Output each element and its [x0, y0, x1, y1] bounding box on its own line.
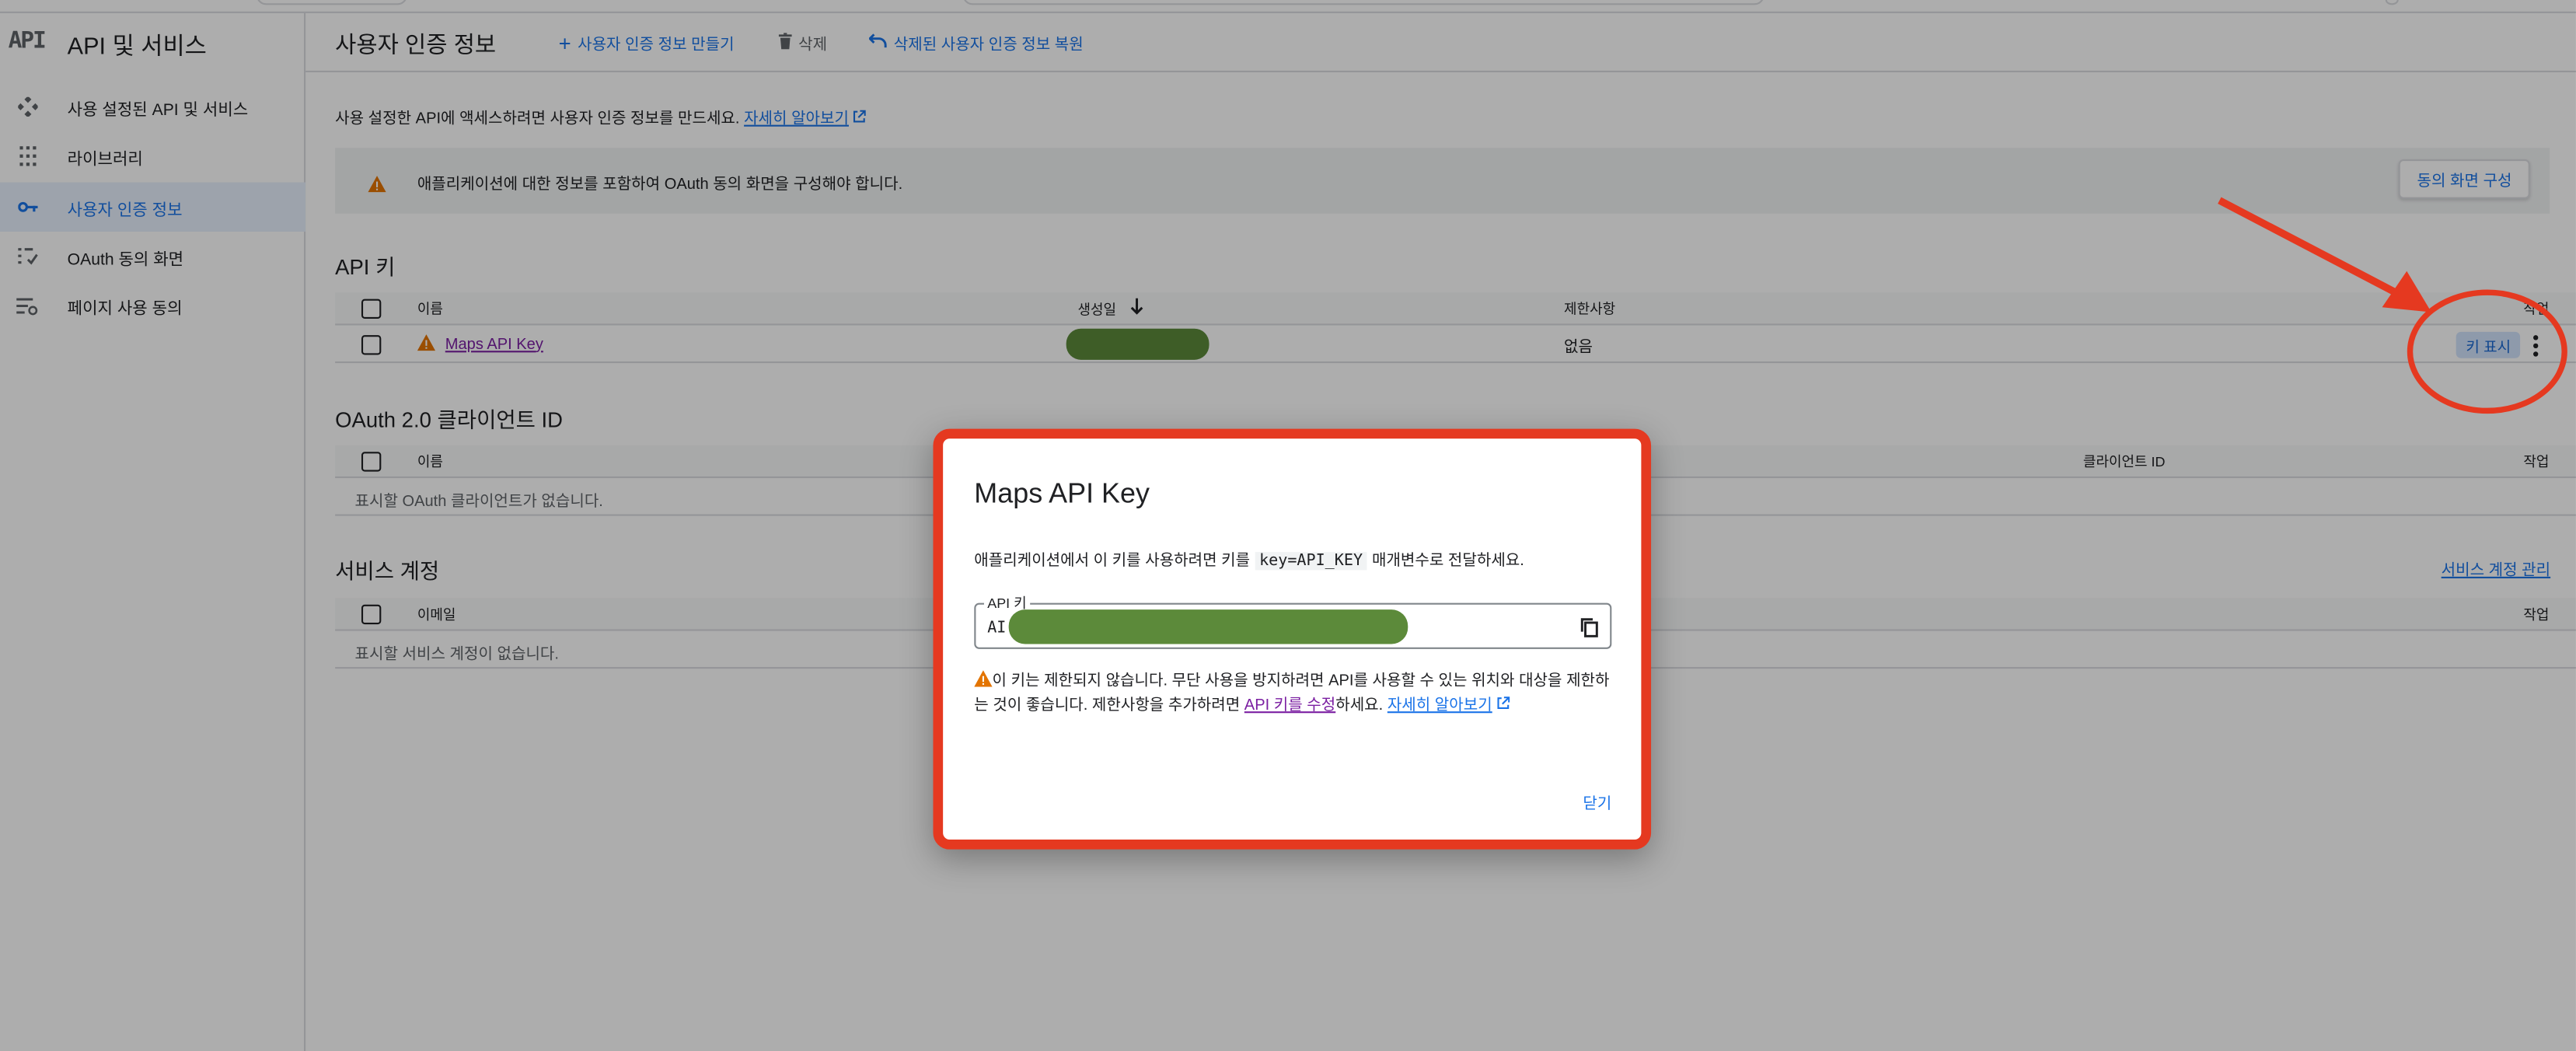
unrestricted-key-warning: 이 키는 제한되지 않습니다. 무단 사용을 방지하려면 API를 사용할 수 … — [974, 669, 1618, 718]
dialog-title: Maps API Key — [974, 478, 1150, 510]
desc-code: key=API_KEY — [1254, 552, 1368, 571]
external-link-icon — [1496, 697, 1510, 714]
dialog-description: 애플리케이션에서 이 키를 사용하려면 키를 key=API_KEY 매개변수로… — [974, 547, 1524, 571]
copy-icon[interactable] — [1580, 616, 1598, 646]
learn-more-link[interactable]: 자세히 알아보기 — [1387, 697, 1492, 714]
warning-icon — [974, 670, 993, 690]
redacted-api-key — [1008, 609, 1408, 644]
api-key-dialog: Maps API Key 애플리케이션에서 이 키를 사용하려면 키를 key=… — [933, 428, 1652, 850]
api-key-value[interactable]: AI — [987, 620, 1006, 637]
desc-before: 애플리케이션에서 이 키를 사용하려면 키를 — [974, 552, 1251, 571]
api-key-field[interactable]: API 키 AI — [974, 592, 1612, 649]
edit-api-key-link[interactable]: API 키를 수정 — [1244, 697, 1335, 714]
close-button[interactable]: 닫기 — [1583, 791, 1611, 813]
desc-after: 매개변수로 전달하세요. — [1371, 552, 1524, 571]
warning-text-2: 하세요. — [1335, 697, 1387, 715]
